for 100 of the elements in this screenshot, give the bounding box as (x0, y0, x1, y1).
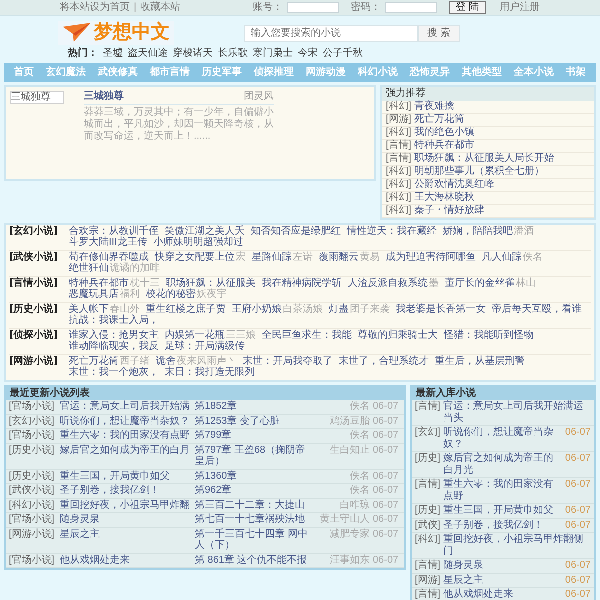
book-link[interactable]: 重生三国，开局黄巾如父 (60, 470, 192, 482)
book-link[interactable]: 怪猎：我能听到怪物 (444, 330, 534, 340)
book-link[interactable]: 娇娴，陪陪我吧 (443, 226, 513, 236)
book-link[interactable]: 谁动降临现实，我反 (69, 341, 159, 352)
book-title-link[interactable]: 三城独尊 (84, 91, 124, 102)
search-field[interactable]: 输入您要搜索的小说 (244, 24, 418, 42)
book-link[interactable]: 情性逆天：我在藏经 (347, 226, 437, 236)
password-field[interactable] (385, 2, 438, 13)
category-label[interactable]: [玄幻小说] (9, 226, 65, 248)
book-link[interactable]: 末日：我打造无限列 (165, 367, 255, 378)
book-link[interactable]: 圣子别卷，接我亿剑！ (60, 485, 192, 496)
book-link[interactable]: 末世了，合理系统才 (339, 356, 429, 366)
book-link[interactable]: 小师妹明明超强却过 (153, 237, 244, 248)
book-link[interactable]: 他从戏烟处走来 (444, 589, 562, 600)
book-link[interactable]: 重生三国，开局黄巾如父 (444, 505, 562, 516)
book-link[interactable]: 重生六零：我的田家没有点野 (60, 430, 192, 442)
book-link[interactable]: 听说你们，想让魔帝当杂奴？ (60, 416, 192, 427)
book-link[interactable]: 校花的秘密 (146, 289, 196, 300)
book-link[interactable]: 我老婆是长香第一女 (396, 304, 486, 314)
book-link[interactable]: 嫁后官之如何成为帝王的白月光 (444, 453, 562, 476)
chapter-link[interactable]: 第962章 (195, 485, 315, 496)
book-link[interactable]: 全民巨鱼求生：我能 (262, 330, 352, 340)
chapter-link[interactable]: 第1852章 (195, 401, 315, 412)
book-link[interactable]: 抗战：我课士入局， (69, 315, 159, 326)
book-link[interactable]: 特种兵在都市 (69, 278, 129, 288)
hot-link[interactable]: 公子千秋 (323, 48, 363, 60)
book-link[interactable]: 笑傲江湖之美人夭 (165, 226, 245, 236)
book-link[interactable]: 重生后，从基层刑警 (435, 356, 525, 366)
book-link[interactable]: 人渣反派自救系统 (348, 278, 428, 288)
book-link[interactable]: 死亡万花筒 (414, 114, 465, 126)
book-link[interactable]: 星路仙踪 (252, 252, 292, 262)
hot-link[interactable]: 盗天仙途 (128, 48, 168, 60)
account-field[interactable] (287, 2, 340, 13)
book-link[interactable]: 快穿之女配要上位 (155, 252, 235, 262)
book-link[interactable]: 成为理迫害待阿哪鱼 (386, 252, 476, 262)
chapter-link[interactable]: 第七百一十七章祸殃法地 (195, 514, 315, 526)
book-link[interactable]: 特种兵在都市 (414, 140, 475, 152)
book-link[interactable]: 嫁后官之如何成为帝王的白月 (60, 444, 192, 468)
book-link[interactable]: 秦子・情好放肆 (414, 204, 485, 216)
book-link[interactable]: 我的绝色小镇 (414, 126, 475, 138)
book-link[interactable]: 公爵欢情沈奥红峰 (414, 178, 495, 190)
book-link[interactable]: 圣子别卷，接我亿剑！ (444, 520, 562, 531)
book-link[interactable]: 职场狂飙：从征服美 (166, 278, 256, 288)
book-link[interactable]: 灯蛊 (329, 304, 349, 314)
book-link[interactable]: 我在精神病院学斩 (262, 278, 342, 288)
book-link[interactable]: 他从戏烟处走来 (60, 554, 192, 566)
book-link[interactable]: 重生六零：我的田家没有点野 (444, 479, 562, 502)
book-link[interactable]: 重回挖好夜，小祖宗马甲炸翻侧门 (444, 534, 591, 557)
book-link[interactable]: 凡人仙踪 (482, 252, 522, 262)
chapter-link[interactable]: 第799章 (195, 430, 315, 442)
book-link[interactable]: 末世：我一个炮灰， (69, 367, 159, 378)
category-label[interactable]: [历史小说] (9, 304, 65, 326)
book-link[interactable]: 明朝那些事儿（累积全七册） (414, 166, 545, 178)
chapter-link[interactable]: 第1253章 变了心脏 (195, 416, 315, 427)
book-link[interactable]: 斗罗大陆III龙王传 (69, 237, 148, 248)
top-link[interactable]: 将本站设为首页 (60, 2, 130, 14)
hot-link[interactable]: 穿梭诸天 (173, 48, 213, 60)
book-link[interactable]: 王大海林晓秋 (414, 192, 475, 204)
book-link[interactable]: 美人帐下 (69, 304, 109, 314)
hot-link[interactable]: 长乐歌 (218, 48, 248, 60)
hot-link[interactable]: 今宋 (298, 48, 318, 60)
book-link[interactable]: 听说你们，想让魔帝当杂奴？ (444, 427, 562, 450)
chapter-link[interactable]: 第一千三百七十四章 网中人（下） (195, 528, 315, 552)
book-link[interactable]: 知否知否应是绿肥红 (251, 226, 341, 236)
category-label[interactable]: [侦探小说] (9, 330, 65, 352)
chapter-link[interactable]: 第三百二十二章：大捷山 (195, 500, 315, 511)
category-label[interactable]: [网游小说] (9, 356, 65, 378)
book-link[interactable]: 随身灵泉 (60, 514, 192, 526)
book-link[interactable]: 随身灵泉 (444, 560, 562, 572)
book-link[interactable]: 合欢宗：从教训千侄 (69, 226, 159, 236)
book-link[interactable]: 末世：开局我夺取了 (243, 356, 333, 366)
book-link[interactable]: 内娱第一花瓶 (165, 330, 225, 340)
book-link[interactable]: 恶魔玩具店 (69, 289, 119, 300)
book-link[interactable]: 重生红楼之庶子贾 (146, 304, 226, 314)
book-link[interactable]: 星辰之主 (60, 528, 192, 552)
book-link[interactable]: 谁家入侵：抢男女主 (69, 330, 159, 340)
hot-link[interactable]: 寒门枭士 (253, 48, 293, 60)
book-link[interactable]: 诡舍 (156, 356, 176, 366)
book-link[interactable]: 官运：意局女上司后我开始满运当头 (444, 401, 591, 424)
book-link[interactable]: 绝世狂仙 (69, 263, 109, 274)
book-link[interactable]: 帝后每天互殴，看谁 (492, 304, 582, 314)
book-link[interactable]: 苟在修仙界吞噬成 (69, 252, 149, 262)
book-link[interactable]: 尊敬的归乘骑士大 (358, 330, 438, 340)
book-link[interactable]: 董厅长的金丝雀 (445, 278, 515, 288)
login-button[interactable]: 登 陆 (449, 1, 486, 14)
book-link[interactable]: 足球：开局满级传 (165, 341, 245, 352)
book-link[interactable]: 职场狂飙：从征服美人局长开始 (414, 152, 555, 164)
book-link[interactable]: 青夜难擒 (414, 100, 455, 112)
book-link[interactable]: 王府小奶娘 (232, 304, 282, 314)
hot-link[interactable]: 圣墟 (103, 48, 123, 60)
book-link[interactable]: 重回挖好夜，小祖宗马甲炸翻 (60, 500, 192, 511)
category-label[interactable]: [言情小说] (9, 278, 65, 300)
book-link[interactable]: 星辰之主 (444, 574, 562, 586)
category-label[interactable]: [武侠小说] (9, 252, 65, 274)
book-link[interactable]: 死亡万花筒 (69, 356, 119, 366)
book-link[interactable]: 覆雨翻云 (319, 252, 359, 262)
top-link[interactable]: 收藏本站 (140, 2, 181, 14)
chapter-link[interactable]: 第1360章 (195, 470, 315, 482)
search-button[interactable]: 搜 索 (418, 24, 460, 42)
book-link[interactable]: 官运：意局女上司后我开始满 (60, 401, 192, 412)
